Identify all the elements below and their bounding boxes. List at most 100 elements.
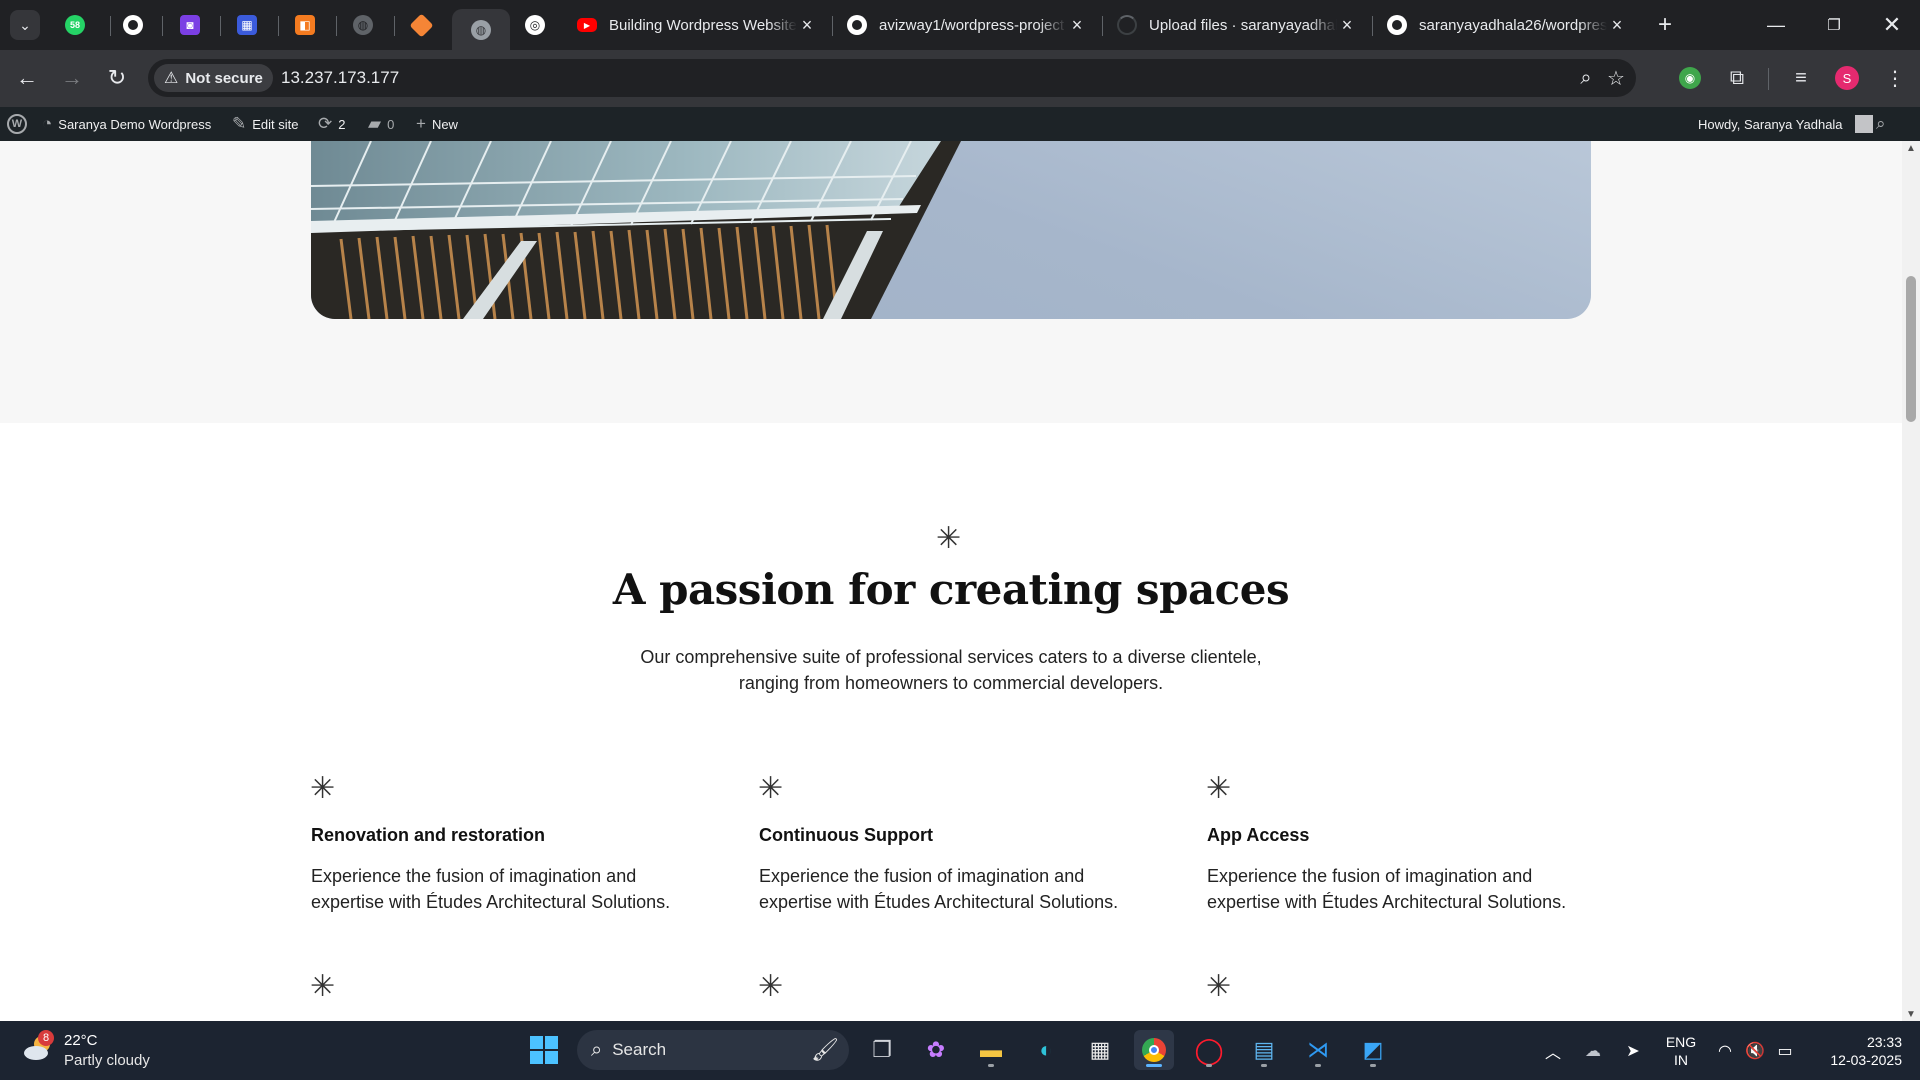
- speaker-muted-icon: 🔇: [1745, 1042, 1765, 1060]
- wifi-button[interactable]: ◠: [1712, 1021, 1738, 1080]
- microsoft-store-button[interactable]: ▦: [1080, 1030, 1120, 1070]
- window-close-button[interactable]: ✕: [1864, 0, 1920, 50]
- close-icon[interactable]: ×: [797, 15, 817, 36]
- github-icon: [847, 15, 867, 35]
- notepad-button[interactable]: ▤: [1244, 1030, 1284, 1070]
- close-icon[interactable]: ×: [1067, 15, 1087, 36]
- aws-box-icon: [408, 12, 434, 38]
- file-explorer-button[interactable]: ▬: [971, 1030, 1011, 1070]
- brush-icon: ✎: [232, 114, 247, 133]
- edge-button[interactable]: ◐: [1026, 1030, 1066, 1070]
- new-tab-button[interactable]: +: [1650, 10, 1680, 40]
- lead-line-1: Our comprehensive suite of professional …: [640, 647, 1262, 667]
- pinned-tab-blue-app[interactable]: ▦: [222, 9, 272, 41]
- clock-date: 12-03-2025: [1830, 1052, 1902, 1068]
- close-icon[interactable]: ×: [1607, 15, 1627, 36]
- tab-search-button[interactable]: ⌄: [10, 10, 40, 40]
- hero-section: [0, 141, 1902, 423]
- comments-count: 0: [387, 116, 395, 132]
- close-icon[interactable]: ×: [1337, 15, 1357, 36]
- bookmark-star-icon[interactable]: ☆: [1604, 66, 1628, 90]
- opera-icon: ◯: [1194, 1034, 1224, 1065]
- scroll-down-arrow-icon[interactable]: ▼: [1902, 1007, 1920, 1021]
- pinned-tab-aws[interactable]: [396, 9, 446, 41]
- scrollbar-thumb[interactable]: [1906, 276, 1916, 422]
- clock-button[interactable]: 23:33 12-03-2025: [1812, 1033, 1902, 1069]
- asterisk-icon: ✳: [758, 772, 784, 805]
- asterisk-icon: ✳: [936, 522, 962, 555]
- weather-alert-badge: 8: [38, 1030, 54, 1046]
- show-hidden-icons-button[interactable]: ︿: [1542, 1021, 1564, 1080]
- zoom-icon[interactable]: ⌕: [1574, 66, 1598, 90]
- comment-icon: ▰: [368, 114, 382, 133]
- reload-button[interactable]: ↻: [101, 62, 133, 94]
- adminbar-search-button[interactable]: ⌕: [1876, 107, 1886, 141]
- search-highlight-icon: 🖌: [811, 1037, 839, 1062]
- scroll-up-arrow-icon[interactable]: ▲: [1902, 141, 1920, 155]
- pinned-tab-globe[interactable]: ◍: [338, 9, 388, 41]
- location-button[interactable]: ➤: [1620, 1021, 1646, 1080]
- image-editor-icon: ◩: [1362, 1037, 1384, 1062]
- forward-button[interactable]: →: [56, 62, 88, 94]
- tab-title: Upload files · saranyayadhala: [1149, 16, 1337, 34]
- tab-upload-files[interactable]: Upload files · saranyayadhala ×: [1105, 9, 1367, 41]
- extensions-puzzle-icon[interactable]: ⧉: [1722, 63, 1752, 93]
- updates-icon: ⟳: [318, 114, 333, 133]
- onedrive-button[interactable]: ☁: [1580, 1021, 1606, 1080]
- back-button[interactable]: ←: [11, 62, 43, 94]
- my-account-link[interactable]: Howdy, Saranya Yadhala: [1698, 107, 1873, 141]
- extension-robot-icon[interactable]: ◉: [1675, 63, 1705, 93]
- taskbar-search-box[interactable]: ⌕ Search 🖌: [577, 1030, 849, 1070]
- minimize-button[interactable]: —: [1748, 0, 1804, 50]
- folder-icon: ▬: [980, 1037, 1002, 1062]
- task-view-button[interactable]: ❐: [862, 1030, 902, 1070]
- restore-button[interactable]: ❐: [1806, 0, 1862, 50]
- photos-button[interactable]: ◩: [1353, 1030, 1393, 1070]
- pinned-tab-whatsapp[interactable]: 58: [50, 9, 100, 41]
- page-scrollbar[interactable]: ▲ ▼: [1902, 141, 1920, 1021]
- service-title: App Access: [1207, 825, 1310, 845]
- media-control-icon[interactable]: ≡: [1786, 63, 1816, 93]
- chrome-button[interactable]: [1134, 1030, 1174, 1070]
- lead-line-2: ranging from homeowners to commercial de…: [738, 673, 1164, 693]
- tab-github-saranya[interactable]: saranyayadhala26/wordpress ×: [1375, 9, 1637, 41]
- battery-icon: ▭: [1777, 1042, 1793, 1060]
- copilot-button[interactable]: ✿: [916, 1030, 956, 1070]
- address-bar[interactable]: ⚠ Not secure 13.237.173.177 ⌕ ☆: [148, 59, 1636, 97]
- security-chip[interactable]: ⚠ Not secure: [154, 64, 273, 92]
- profile-button[interactable]: S: [1832, 63, 1862, 93]
- new-label: New: [431, 116, 458, 132]
- input-language-button[interactable]: ENG IN: [1664, 1033, 1698, 1069]
- globe-icon: ◍: [353, 15, 373, 35]
- battery-button[interactable]: ▭: [1772, 1021, 1798, 1080]
- vscode-button[interactable]: ⋊: [1298, 1030, 1338, 1070]
- opera-button[interactable]: ◯: [1189, 1030, 1229, 1070]
- chrome-icon: [1142, 1038, 1166, 1062]
- volume-button[interactable]: 🔇: [1742, 1021, 1768, 1080]
- site-name-link[interactable]: ◔ Saranya Demo Wordpress: [42, 107, 211, 141]
- menu-kebab-icon[interactable]: ⋮: [1880, 63, 1910, 93]
- pinned-tab-purple-app[interactable]: ◙: [165, 9, 215, 41]
- openai-icon: ◎: [525, 15, 545, 35]
- tab-github-avizway[interactable]: avizway1/wordpress-project ×: [835, 9, 1097, 41]
- asterisk-icon: ✳: [310, 970, 336, 1003]
- url-text[interactable]: 13.237.173.177: [281, 68, 399, 88]
- browser-tab-strip: ⌄ 58 ◙ ▦ ◧ ◍ ◍ ◎ ▶ Building Wordpress We…: [0, 0, 1920, 50]
- updates-link[interactable]: ⟳ 2: [318, 107, 345, 141]
- start-button[interactable]: [524, 1030, 564, 1070]
- pinned-tab-openai[interactable]: ◎: [510, 9, 560, 41]
- tab-title: saranyayadhala26/wordpress: [1419, 16, 1607, 34]
- service-description: Experience the fusion of imagination and…: [311, 866, 671, 912]
- edit-site-link[interactable]: ✎ Edit site: [232, 107, 299, 141]
- windows-taskbar: 8 22°C Partly cloudy ⌕ Search 🖌 ❐ ✿ ▬ ◐ …: [0, 1021, 1920, 1080]
- pinned-tab-globe-active[interactable]: ◍: [452, 9, 510, 50]
- new-content-link[interactable]: + New: [416, 107, 458, 141]
- tab-youtube[interactable]: ▶ Building Wordpress Website ×: [565, 9, 827, 41]
- plus-icon: +: [416, 114, 426, 133]
- weather-condition: Partly cloudy: [64, 1052, 150, 1069]
- comments-link[interactable]: ▰ 0: [368, 107, 394, 141]
- wifi-icon: ◠: [1718, 1042, 1732, 1060]
- pinned-tab-github[interactable]: [108, 9, 158, 41]
- pinned-tab-orange-app[interactable]: ◧: [280, 9, 330, 41]
- wordpress-logo-button[interactable]: W: [7, 107, 27, 141]
